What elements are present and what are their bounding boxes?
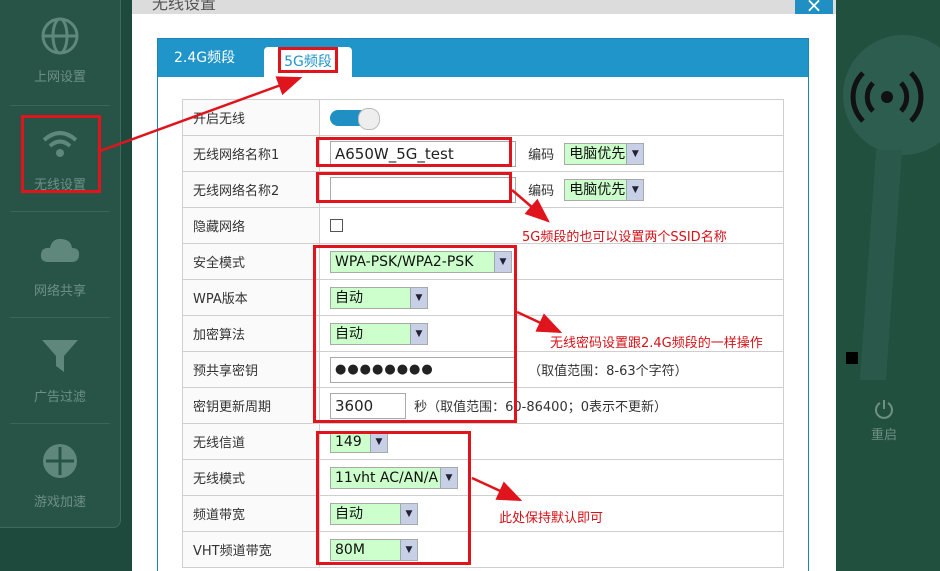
arrow-sidebar-to-tab: [99, 76, 303, 153]
arrow-ssid-note: [511, 189, 550, 223]
arrow-password-note: [516, 310, 563, 334]
annotation-ssid-note: 5G频段的也可以设置两个SSID名称: [522, 230, 727, 245]
annotation-default-note: 此处保持默认即可: [499, 511, 604, 526]
annotation-password-note: 无线密码设置跟2.4G频段的一样操作: [550, 336, 763, 351]
arrow-default-note: [471, 476, 523, 502]
annotation-arrows: [99, 76, 563, 502]
